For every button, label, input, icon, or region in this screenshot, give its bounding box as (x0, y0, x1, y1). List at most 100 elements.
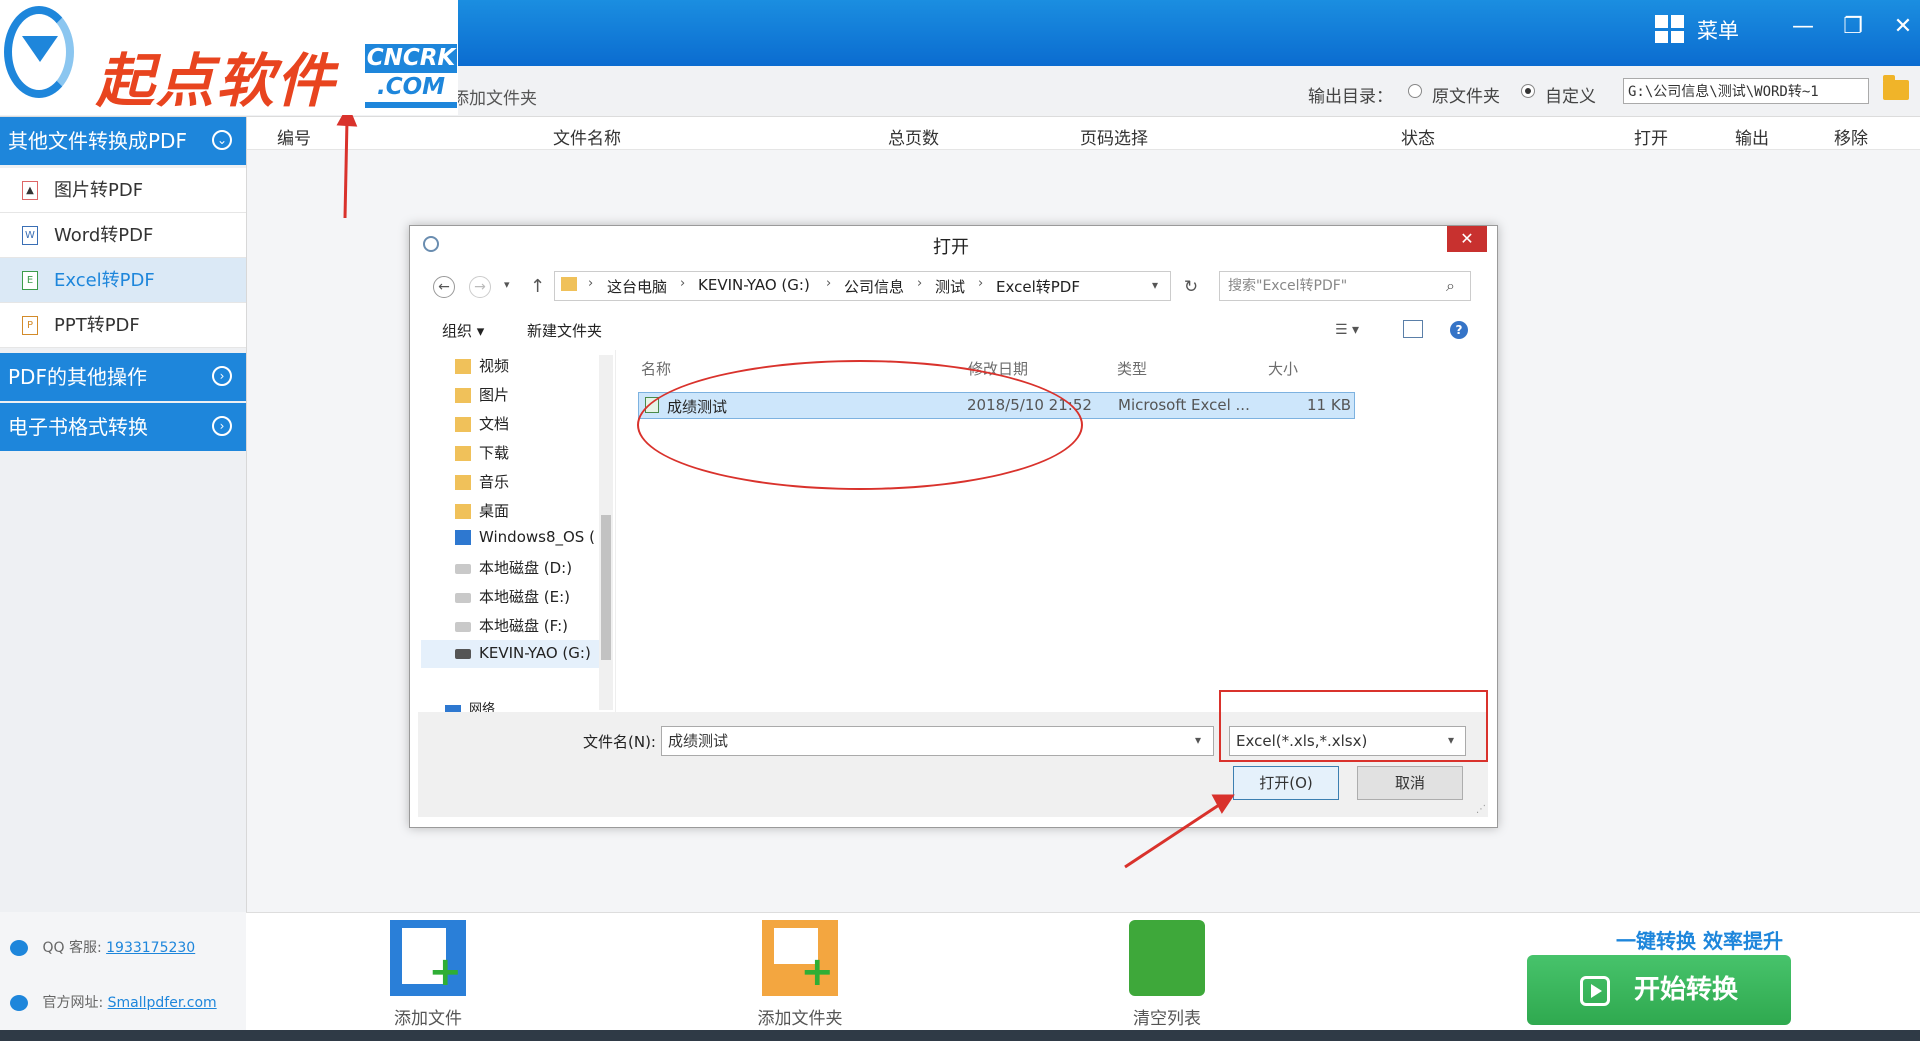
sidebar-item-label: Word转PDF (54, 225, 154, 246)
sidebar-category-to-pdf[interactable]: 其他文件转换成PDF ⌄ (0, 117, 246, 165)
nav-item-music[interactable]: 音乐 (455, 471, 509, 492)
refresh-icon[interactable]: ↻ (1177, 273, 1205, 301)
sidebar-item-ppt-to-pdf[interactable]: P PPT转PDF (0, 303, 246, 348)
resize-grip-icon[interactable]: ⋰ (1476, 804, 1486, 815)
add-file-button[interactable]: + 添加文件 (368, 920, 488, 1032)
nav-label: 图片 (479, 386, 510, 404)
new-folder-button[interactable]: 新建文件夹 (527, 320, 602, 341)
sidebar-item-word-to-pdf[interactable]: W Word转PDF (0, 213, 246, 258)
folder-icon (455, 475, 471, 490)
output-dir-label: 输出目录： (1308, 87, 1393, 107)
open-button[interactable]: 打开(O) (1233, 766, 1339, 800)
col-name[interactable]: 名称 (641, 358, 671, 379)
dialog-close-button[interactable]: ✕ (1447, 226, 1487, 252)
sidebar-item-label: Excel转PDF (54, 270, 155, 291)
chevron-down-icon[interactable]: ▾ (1195, 733, 1201, 747)
radio-source-label[interactable]: 原文件夹 (1432, 82, 1500, 107)
ie-icon (10, 995, 28, 1011)
ppt-file-icon: P (22, 316, 38, 335)
col-output: 输出 (1735, 129, 1769, 149)
annotation-rectangle (1219, 690, 1488, 762)
nav-item-pictures[interactable]: 图片 (455, 384, 509, 405)
back-arrow-icon[interactable]: ← (433, 276, 455, 298)
menu-button[interactable]: 菜单 (1697, 15, 1739, 45)
menu-grid-icon[interactable] (1655, 15, 1684, 43)
nav-item-drive-g[interactable]: KEVIN-YAO (G:) (455, 644, 591, 662)
radio-custom-folder[interactable] (1521, 84, 1535, 98)
col-size[interactable]: 大小 (1268, 358, 1298, 379)
col-open: 打开 (1634, 129, 1668, 149)
add-folder-label: 添加文件夹 (757, 1009, 843, 1029)
nav-item-drive-d[interactable]: 本地磁盘 (D:) (455, 557, 572, 578)
sidebar-category-ebook[interactable]: 电子书格式转换 › (0, 403, 246, 451)
nav-item-videos[interactable]: 视频 (455, 355, 509, 376)
sidebar-category-pdf-ops[interactable]: PDF的其他操作 › (0, 353, 246, 401)
sidebar-item-label: 图片转PDF (54, 180, 144, 201)
nav-item-desktop[interactable]: 桌面 (455, 500, 509, 521)
qq-support: QQ 客服: 1933175230 (10, 937, 195, 957)
category-label: 其他文件转换成PDF (8, 129, 187, 153)
clear-list-button[interactable]: 清空列表 (1107, 920, 1227, 1032)
radio-source-folder[interactable] (1408, 84, 1422, 98)
nav-label: 本地磁盘 (D:) (479, 559, 573, 577)
output-path-field[interactable]: G:\公司信息\测试\WORD转~1 (1623, 78, 1869, 104)
chevron-down-icon: ⌄ (212, 130, 232, 150)
forward-arrow-icon[interactable]: → (469, 276, 491, 298)
nav-item-drive-f[interactable]: 本地磁盘 (F:) (455, 615, 568, 636)
qq-number-link[interactable]: 1933175230 (106, 940, 195, 956)
nav-label: 下载 (479, 444, 510, 462)
cancel-button[interactable]: 取消 (1357, 766, 1463, 800)
nav-label: 视频 (479, 357, 510, 375)
sidebar-item-image-to-pdf[interactable]: ▲ 图片转PDF (0, 168, 246, 213)
nav-item-drive-e[interactable]: 本地磁盘 (E:) (455, 586, 570, 607)
filename-input[interactable]: 成绩测试 (661, 726, 1214, 756)
file-type: Microsoft Excel ... (1118, 396, 1250, 414)
official-site: 官方网址: Smallpdfer.com (10, 992, 217, 1012)
qq-label: QQ 客服: (42, 940, 102, 956)
radio-custom-label[interactable]: 自定义 (1545, 82, 1596, 107)
breadcrumb-excel-pdf[interactable]: Excel转PDF (996, 276, 1080, 297)
col-remove: 移除 (1834, 129, 1868, 149)
col-type[interactable]: 类型 (1117, 358, 1147, 379)
recent-locations-dropdown[interactable]: ▾ (504, 278, 510, 291)
website-link[interactable]: Smallpdfer.com (108, 995, 217, 1011)
view-options-icon[interactable]: ☰ ▾ (1335, 322, 1359, 338)
help-icon[interactable]: ? (1450, 321, 1468, 339)
image-file-icon: ▲ (22, 181, 38, 200)
start-convert-button[interactable]: 开始转换 (1527, 955, 1791, 1025)
breadcrumb-drive[interactable]: KEVIN-YAO (G:) (698, 276, 810, 294)
breadcrumb-this-pc[interactable]: 这台电脑 (607, 276, 667, 297)
browse-folder-icon[interactable] (1883, 75, 1909, 100)
folder-icon (455, 417, 471, 432)
folder-icon (561, 277, 577, 291)
breadcrumb-separator: › (826, 276, 832, 291)
preview-pane-icon[interactable] (1403, 320, 1423, 338)
close-button[interactable]: ✕ (1886, 10, 1920, 44)
nav-item-windows-os[interactable]: Windows8_OS ( (455, 528, 595, 546)
col-number: 编号 (277, 129, 311, 149)
sidebar-item-label: PPT转PDF (54, 315, 140, 336)
up-arrow-icon[interactable]: ↑ (530, 276, 545, 297)
breadcrumb-company[interactable]: 公司信息 (844, 276, 904, 297)
category-label: PDF的其他操作 (8, 365, 147, 389)
nav-label: 本地磁盘 (F:) (479, 617, 568, 635)
logo-badge-line1: CNCRK (366, 45, 456, 71)
nav-label: KEVIN-YAO (G:) (479, 644, 591, 662)
sidebar-item-excel-to-pdf[interactable]: E Excel转PDF (0, 258, 246, 303)
nav-item-downloads[interactable]: 下载 (455, 442, 509, 463)
address-dropdown-icon[interactable]: ▾ (1152, 278, 1158, 292)
breadcrumb-separator: › (680, 276, 686, 291)
clear-list-label: 清空列表 (1133, 1009, 1201, 1029)
organize-menu[interactable]: 组织 ▾ (442, 320, 484, 341)
taskbar (0, 1030, 1920, 1041)
breadcrumb-test[interactable]: 测试 (935, 276, 965, 297)
add-folder-button[interactable]: + 添加文件夹 (740, 920, 860, 1032)
add-folder-link[interactable]: 添加文件夹 (452, 84, 537, 109)
search-icon[interactable]: ⌕ (1446, 276, 1455, 296)
nav-item-documents[interactable]: 文档 (455, 413, 509, 434)
search-input[interactable]: 搜索"Excel转PDF" (1219, 271, 1471, 301)
restore-button[interactable]: ❐ (1836, 10, 1870, 44)
category-label: 电子书格式转换 (8, 415, 148, 439)
nav-scrollbar-thumb[interactable] (601, 515, 611, 660)
minimize-button[interactable]: — (1786, 10, 1820, 44)
